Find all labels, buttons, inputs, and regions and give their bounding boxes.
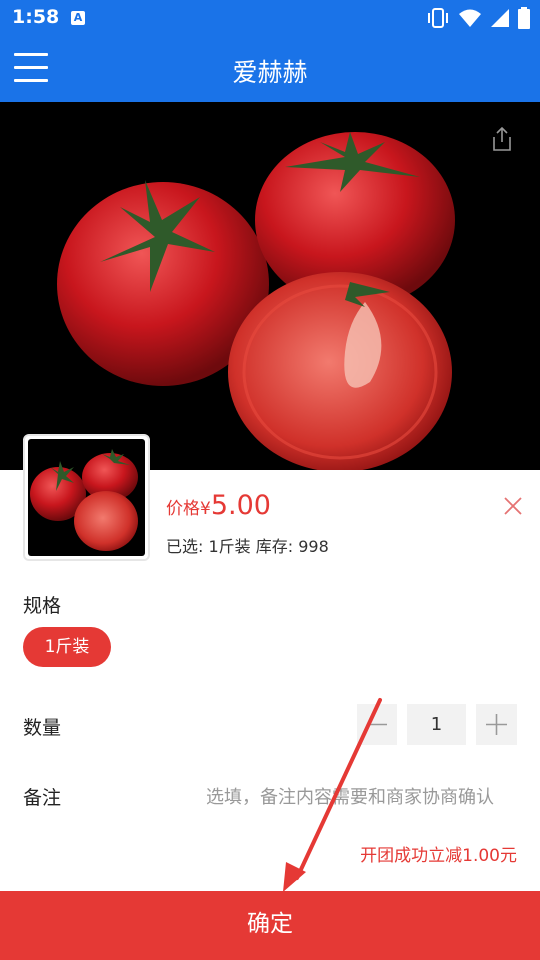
product-thumbnail [23, 434, 150, 561]
signal-icon [491, 9, 509, 27]
wifi-icon [459, 9, 481, 27]
app-title: 爱赫赫 [232, 58, 308, 87]
close-icon[interactable] [502, 495, 524, 517]
status-icons [426, 6, 530, 30]
selected-stock-text: 已选: 1斤装 库存: 998 [166, 537, 329, 556]
quantity-value[interactable]: 1 [407, 704, 466, 745]
share-icon[interactable] [490, 126, 514, 152]
product-image [0, 102, 540, 472]
price-label: 价格¥ [166, 499, 211, 519]
quantity-plus-button[interactable] [476, 704, 517, 745]
confirm-button[interactable]: 确定 [0, 891, 540, 960]
spec-option-1jin[interactable]: 1斤装 [23, 627, 111, 667]
quantity-label: 数量 [23, 717, 62, 739]
remark-input[interactable] [150, 782, 500, 812]
vibrate-icon [428, 8, 448, 28]
spec-label: 规格 [23, 595, 62, 617]
remark-label: 备注 [23, 787, 62, 809]
price: 价格¥5.00 [166, 490, 271, 521]
plus-icon [486, 714, 507, 735]
minus-icon [367, 723, 387, 726]
tomatoes-illustration [57, 132, 455, 472]
notification-a-icon: A [71, 11, 85, 25]
group-discount-text: 开团成功立减1.00元 [360, 846, 517, 866]
quantity-minus-button[interactable] [357, 704, 397, 745]
price-value: 5.00 [210, 490, 271, 521]
status-bar: 1:58 A [0, 0, 540, 36]
thumbnail-tomatoes [30, 449, 138, 551]
status-time: 1:58 [12, 6, 60, 28]
battery-icon [518, 7, 530, 29]
app-bar: 爱赫赫 [0, 36, 540, 102]
